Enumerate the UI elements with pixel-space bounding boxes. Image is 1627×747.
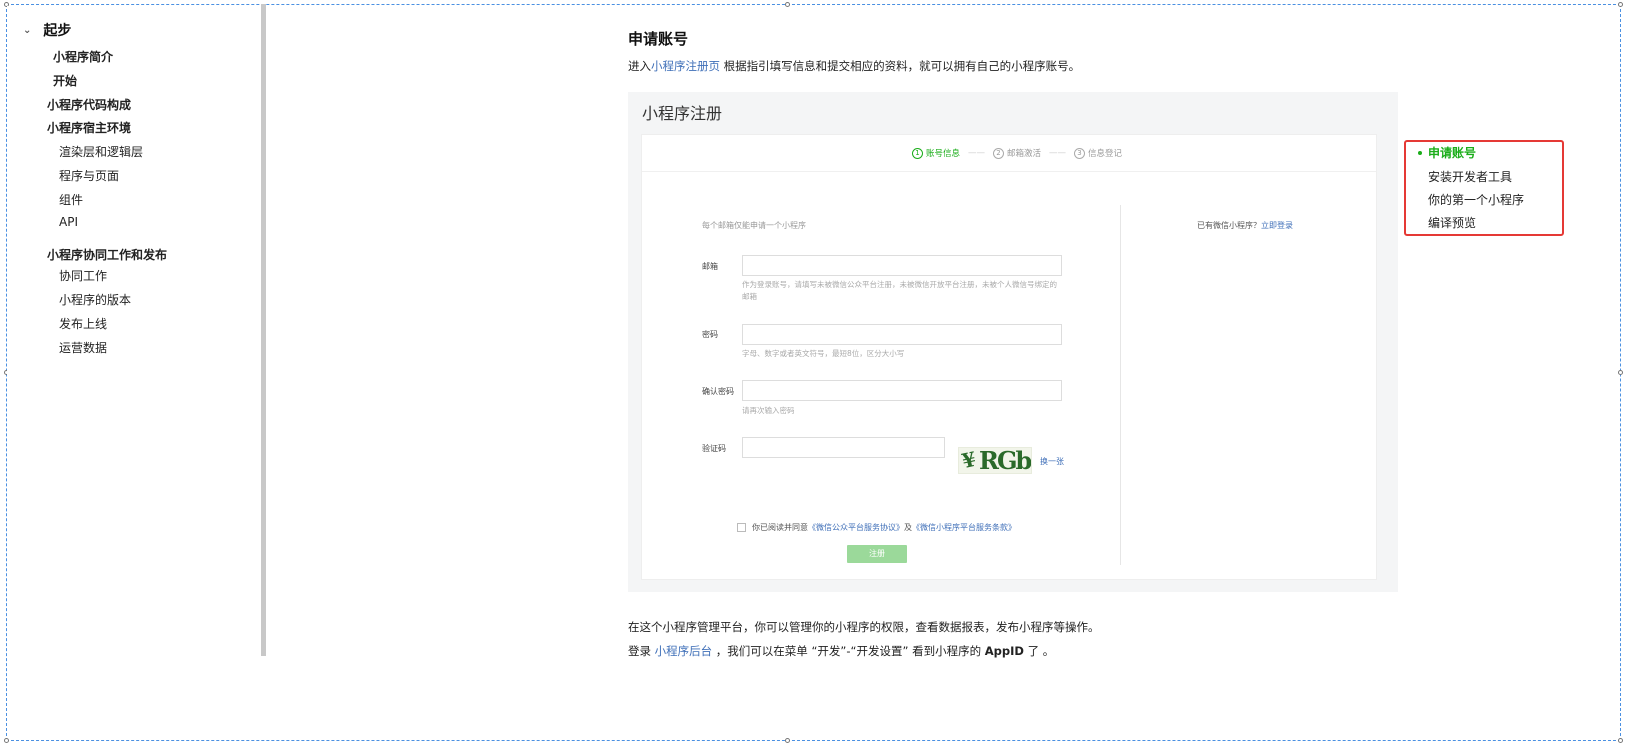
register-card: 1 账号信息 —— 2 邮箱激活 —— 3 信息登记 每个邮箱仅能申请一个小程序… — [641, 134, 1377, 580]
form-hint: 每个邮箱仅能申请一个小程序 — [702, 221, 806, 230]
step-number: 3 — [1074, 147, 1086, 159]
step-label: 信息登记 — [1088, 149, 1123, 159]
resize-handle-bottom-right[interactable] — [1618, 738, 1623, 743]
resize-handle-top-right[interactable] — [1618, 2, 1623, 7]
active-bullet-icon — [1418, 151, 1422, 155]
sidebar-item-code-structure[interactable]: 小程序代码构成 — [47, 96, 131, 113]
toc-item-apply-account[interactable]: 申请账号 — [1428, 144, 1476, 161]
paragraph-appid: 登录 小程序后台 ，我们可以在菜单 “开发”-“开发设置” 看到小程序的 App… — [628, 643, 1054, 659]
sidebar-item-components[interactable]: 组件 — [59, 191, 83, 208]
para2-suffix: 了 。 — [1023, 644, 1055, 658]
login-link[interactable]: 立即登录 — [1261, 221, 1293, 230]
password-label: 密码 — [702, 330, 718, 339]
password-field[interactable] — [742, 324, 1062, 345]
step-info-registration: 3 信息登记 — [1074, 147, 1122, 159]
intro-suffix: 根据指引填写信息和提交相应的资料，就可以拥有自己的小程序账号。 — [720, 59, 1081, 73]
step-label: 账号信息 — [926, 149, 961, 159]
table-of-contents: 申请账号 安装开发者工具 你的第一个小程序 编译预览 — [1404, 140, 1564, 236]
agreement-row: 你已阅读并同意 《微信公众平台服务协议》 及 《微信小程序平台服务条款》 — [737, 522, 1016, 533]
service-terms-link[interactable]: 《微信小程序平台服务条款》 — [912, 522, 1016, 533]
sidebar-item-versions[interactable]: 小程序的版本 — [59, 291, 131, 308]
register-submit-button[interactable]: 注册 — [847, 545, 907, 563]
sidebar-item-analytics[interactable]: 运营数据 — [59, 339, 107, 356]
sidebar-nav: ⌄ 起步 小程序简介 开始 小程序代码构成 小程序宿主环境 渲染层和逻辑层 程序… — [7, 6, 267, 656]
para2-prefix: 登录 — [628, 644, 655, 658]
service-agreement-link[interactable]: 《微信公众平台服务协议》 — [808, 522, 904, 533]
sidebar-section-label: 起步 — [43, 23, 72, 39]
register-title: 小程序注册 — [642, 104, 723, 123]
agree-mid: 及 — [904, 523, 912, 532]
confirm-password-field[interactable] — [742, 380, 1062, 401]
step-number: 2 — [993, 147, 1005, 159]
sidebar-item-intro[interactable]: 小程序简介 — [53, 48, 113, 65]
step-email-activation: 2 邮箱激活 — [993, 147, 1041, 159]
agreement-checkbox[interactable] — [737, 523, 746, 532]
email-field[interactable] — [742, 255, 1062, 276]
sidebar-scrollbar[interactable] — [261, 4, 266, 656]
steps-divider — [642, 171, 1376, 172]
resize-handle-bottom[interactable] — [785, 738, 790, 743]
form-column-divider — [1120, 205, 1121, 565]
toc-item-first-app[interactable]: 你的第一个小程序 — [1428, 191, 1524, 208]
step-number: 1 — [912, 147, 923, 159]
sidebar-item-render-logic[interactable]: 渲染层和逻辑层 — [59, 143, 143, 160]
intro-paragraph: 进入小程序注册页 根据指引填写信息和提交相应的资料，就可以拥有自己的小程序账号。 — [628, 58, 1080, 74]
captcha-refresh-link[interactable]: 换一张 — [1040, 456, 1064, 467]
para2-mid: ，我们可以在菜单 “开发”-“开发设置” 看到小程序的 — [712, 644, 985, 658]
chevron-down-icon[interactable]: ⌄ — [23, 25, 31, 36]
confirm-password-note: 请再次输入密码 — [742, 406, 795, 415]
confirm-password-label: 确认密码 — [702, 387, 734, 396]
toc-item-compile-preview[interactable]: 编译预览 — [1428, 214, 1476, 231]
sidebar-item-host-env[interactable]: 小程序宿主环境 — [47, 119, 131, 136]
sidebar-item-api[interactable]: API — [59, 215, 78, 229]
captcha-field[interactable] — [742, 437, 945, 458]
register-page-link[interactable]: 小程序注册页 — [651, 59, 720, 73]
email-label: 邮箱 — [702, 262, 718, 271]
resize-handle-right[interactable] — [1618, 370, 1623, 375]
register-page-screenshot: 小程序注册 1 账号信息 —— 2 邮箱激活 —— 3 信息登记 每个邮箱仅能申… — [628, 92, 1398, 592]
captcha-image[interactable]: ¥ RGbG — [958, 447, 1032, 474]
sidebar-item-collab-release[interactable]: 小程序协同工作和发布 — [47, 246, 167, 263]
sidebar-item-collab[interactable]: 协同工作 — [59, 267, 107, 284]
login-prefix: 已有微信小程序？ — [1197, 221, 1261, 230]
captcha-text: RGbG — [979, 447, 1031, 474]
article-heading: 申请账号 — [628, 30, 689, 48]
sidebar-item-app-page[interactable]: 程序与页面 — [59, 167, 119, 184]
email-note: 作为登录账号，请填写未被微信公众平台注册，未被微信开放平台注册，未被个人微信号绑… — [742, 280, 1057, 301]
toc-item-install-tools[interactable]: 安装开发者工具 — [1428, 168, 1512, 185]
step-account-info: 1 账号信息 — [912, 147, 960, 159]
admin-backend-link[interactable]: 小程序后台 — [655, 644, 713, 658]
sidebar-item-release[interactable]: 发布上线 — [59, 315, 107, 332]
register-steps: 1 账号信息 —— 2 邮箱激活 —— 3 信息登记 — [912, 147, 1122, 159]
sidebar-item-start[interactable]: 开始 — [53, 72, 77, 89]
resize-handle-bottom-left[interactable] — [4, 738, 9, 743]
captcha-label: 验证码 — [702, 444, 726, 453]
login-hint: 已有微信小程序？立即登录 — [1197, 220, 1293, 231]
password-note: 字母、数字或者英文符号，最短8位，区分大小写 — [742, 349, 905, 358]
paragraph-admin-platform: 在这个小程序管理平台，你可以管理你的小程序的权限，查看数据报表，发布小程序等操作… — [628, 620, 1100, 634]
agree-prefix: 你已阅读并同意 — [752, 523, 808, 532]
resize-handle-top[interactable] — [785, 2, 790, 7]
sidebar-section-getting-started[interactable]: ⌄ 起步 — [23, 20, 71, 40]
step-label: 邮箱激活 — [1007, 149, 1042, 159]
intro-prefix: 进入 — [628, 59, 651, 73]
appid-text: AppID — [984, 644, 1024, 658]
